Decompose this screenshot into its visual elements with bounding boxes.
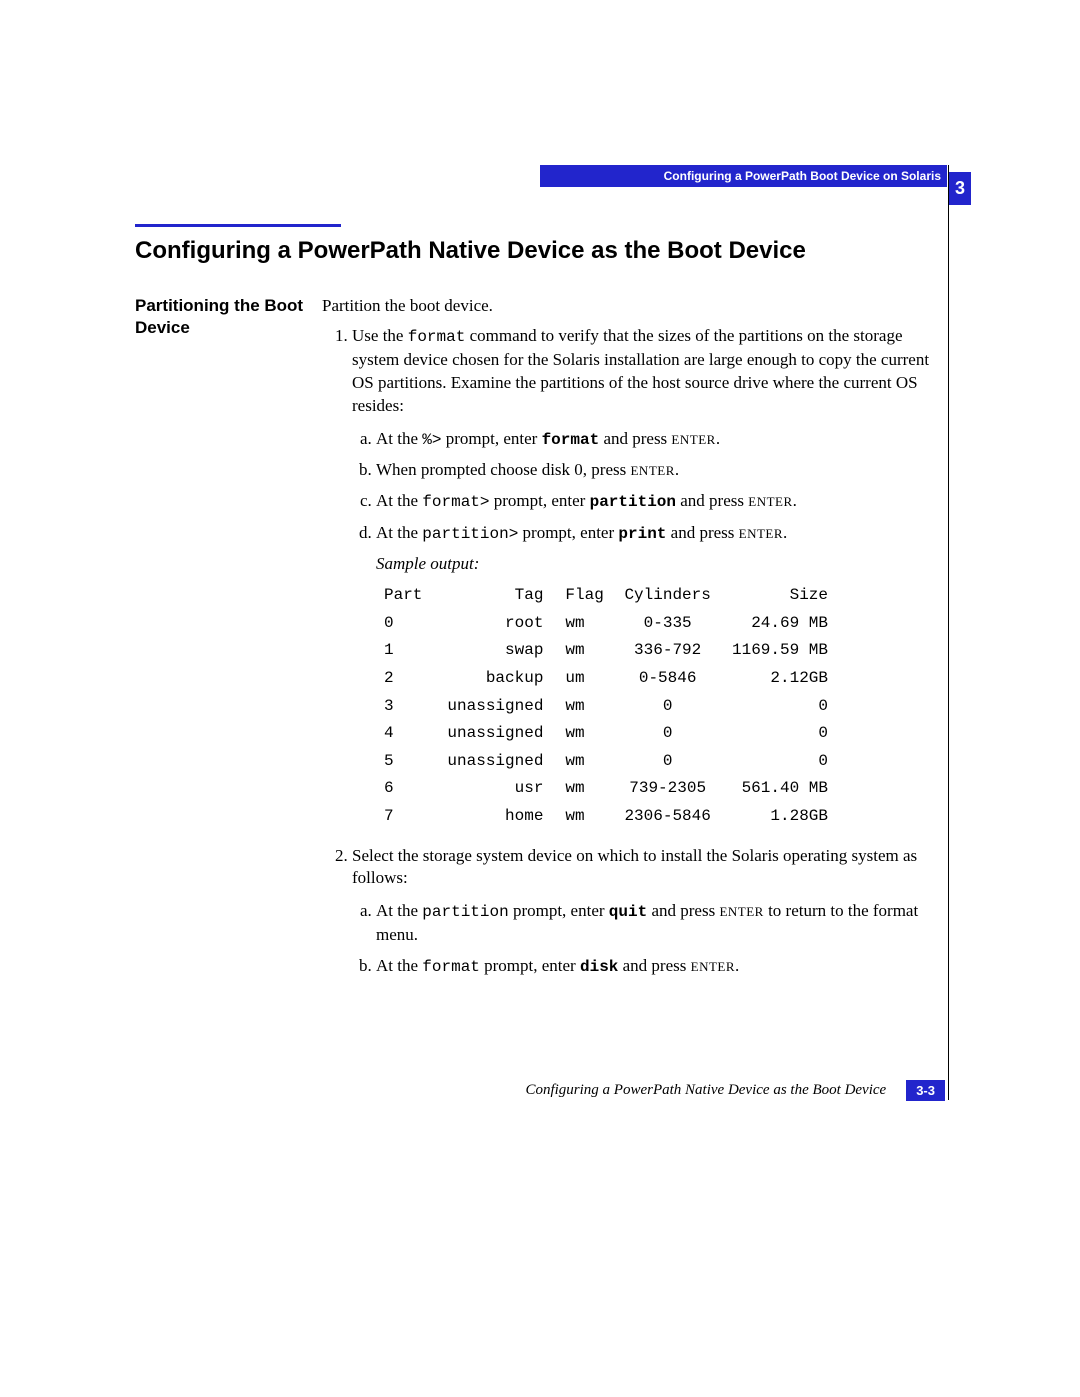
step-2: Select the storage system device on whic… [352,845,947,979]
subsection-heading: Partitioning the Boot Device [135,295,322,339]
two-column-layout: Partitioning the Boot Device Partition t… [135,295,947,993]
page-number: 3-3 [906,1080,945,1101]
step1a: At the %> prompt, enter format and press… [376,428,947,452]
step1d: At the partition> prompt, enter print an… [376,522,947,546]
step2-substeps: At the partition prompt, enter quit and … [352,900,947,978]
step1b: When prompted choose disk 0, press ENTER… [376,459,947,482]
step-1: Use the format command to verify that th… [352,325,947,830]
step2b: At the format prompt, enter disk and pre… [376,955,947,979]
chapter-number: 3 [955,178,965,198]
content-area: Configuring a PowerPath Native Device as… [135,224,947,993]
table-row: 0 root wm 0-335 24.69 MB [376,610,836,638]
table-row: Part Tag Flag Cylinders Size [376,582,836,610]
partition-table: Part Tag Flag Cylinders Size 0 root wm 0… [376,582,836,830]
table-row: 3 unassigned wm 0 0 [376,693,836,721]
intro-text: Partition the boot device. [322,295,947,317]
table-row: 5 unassigned wm 0 0 [376,748,836,776]
cmd-format: format [408,328,466,346]
table-row: 1 swap wm 336-792 1169.59 MB [376,637,836,665]
footer-title: Configuring a PowerPath Native Device as… [525,1082,886,1099]
page-footer: Configuring a PowerPath Native Device as… [135,1080,945,1101]
table-row: 6 usr wm 739-2305 561.40 MB [376,775,836,803]
sample-output-label: Sample output: [376,553,947,576]
table-row: 4 unassigned wm 0 0 [376,720,836,748]
section-title: Configuring a PowerPath Native Device as… [135,237,947,265]
running-header: Configuring a PowerPath Boot Device on S… [540,165,947,187]
step2a: At the partition prompt, enter quit and … [376,900,947,947]
step1-text-a: Use the [352,326,408,345]
section-rule [135,224,341,227]
step1-substeps: At the %> prompt, enter format and press… [352,428,947,546]
page: Configuring a PowerPath Boot Device on S… [0,0,1080,1397]
table-row: 7 home wm 2306-5846 1.28GB [376,803,836,831]
body-column: Partition the boot device. Use the forma… [322,295,947,993]
step2-text: Select the storage system device on whic… [352,846,917,888]
chapter-tab: 3 [949,172,971,205]
table-row: 2 backup um 0-5846 2.12GB [376,665,836,693]
running-header-text: Configuring a PowerPath Boot Device on S… [664,169,941,183]
ordered-steps: Use the format command to verify that th… [322,325,947,978]
step1c: At the format> prompt, enter partition a… [376,490,947,514]
vertical-rule [948,165,949,1100]
